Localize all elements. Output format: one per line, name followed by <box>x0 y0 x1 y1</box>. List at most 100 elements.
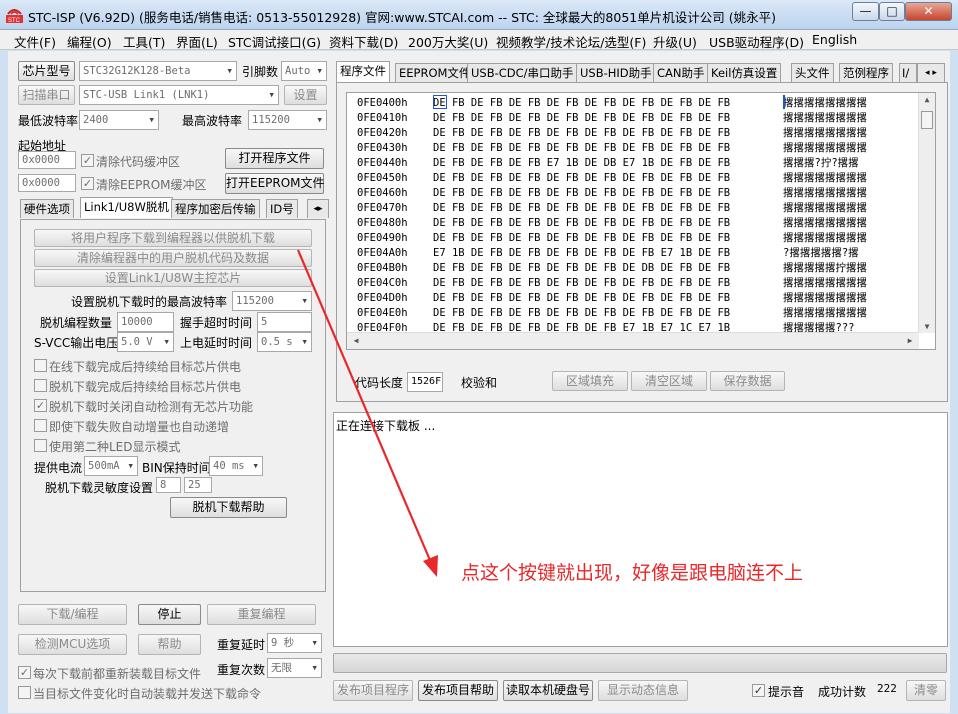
offline-help-button[interactable]: 脱机下载帮助 <box>170 497 287 518</box>
reset-count-button[interactable]: 清零 <box>906 680 946 701</box>
eeprom-start-address[interactable]: 0x0000 <box>18 174 76 192</box>
hex-bytes: DE FB DE FB DE FB DE FB DE FB DE FB DE F… <box>433 277 731 289</box>
menu-file[interactable]: 文件(F) <box>14 32 56 51</box>
led-mode-checkbox[interactable] <box>34 439 47 452</box>
code-start-address[interactable]: 0x0000 <box>18 151 76 169</box>
menu-award[interactable]: 200万大奖(U) <box>408 32 488 51</box>
save-data-button[interactable]: 保存数据 <box>710 371 785 391</box>
repeat-count-select[interactable]: 无限 <box>267 658 322 678</box>
fill-region-button[interactable]: 区域填充 <box>552 371 628 391</box>
publish-project-button[interactable]: 发布项目程序 <box>333 680 413 701</box>
hex-ascii: 撂撂撂撂撂撂撂撂 <box>783 172 867 184</box>
svcc-voltage-select[interactable]: 5.0 V <box>117 332 174 352</box>
open-program-file-button[interactable]: 打开程序文件 <box>225 148 324 169</box>
offline-count-input[interactable]: 10000 <box>117 312 174 332</box>
publish-help-button[interactable]: 发布项目帮助 <box>418 680 498 701</box>
repeat-delay-select[interactable]: 9 秒 <box>267 633 322 653</box>
min-baud-select[interactable]: 2400 <box>79 110 159 130</box>
clear-offline-code-button[interactable]: 清除编程器中的用户脱机代码及数据 <box>34 249 312 267</box>
repeat-program-button[interactable]: 重复编程 <box>207 604 316 625</box>
scroll-up-icon[interactable]: ▲ <box>919 95 935 104</box>
scroll-left-icon[interactable]: ◀ <box>348 336 364 345</box>
hex-bytes: DE FB DE FB DE FB DE FB DE FB DE FB DE F… <box>433 217 731 229</box>
download-program-button[interactable]: 下载/编程 <box>18 604 127 625</box>
hex-ascii: 撂撂撂撂撂撂撂撂 <box>783 232 867 244</box>
tab-can-helper[interactable]: CAN助手 <box>653 63 709 82</box>
detect-mcu-options-button[interactable]: 检测MCU选项 <box>18 634 127 655</box>
beep-checkbox[interactable]: ✓ <box>752 684 765 697</box>
menu-video-forum[interactable]: 视频教学/技术论坛/选型(F) <box>496 32 646 51</box>
auto-send-checkbox[interactable] <box>18 686 31 699</box>
menu-program[interactable]: 编程(O) <box>67 32 112 51</box>
tab-hardware-options[interactable]: 硬件选项 <box>20 199 74 218</box>
tab-header-file[interactable]: 头文件 <box>791 63 834 82</box>
menu-tools[interactable]: 工具(T) <box>123 32 165 51</box>
tab-keil-settings[interactable]: Keil仿真设置 <box>707 63 782 82</box>
tab-encrypted-transfer[interactable]: 程序加密后传输 <box>171 199 260 218</box>
minimize-button[interactable]: — <box>852 2 879 21</box>
success-count-value: 222 <box>877 682 897 695</box>
sensitivity-input-2[interactable]: 25 <box>184 477 212 493</box>
scroll-right-icon[interactable]: ▶ <box>902 336 918 345</box>
clear-code-buffer-checkbox[interactable]: ✓ <box>81 154 94 167</box>
pins-select[interactable]: Auto <box>281 61 327 81</box>
supply-current-select[interactable]: 500mA <box>84 456 138 476</box>
tab-scroll-arrows-icon[interactable]: ◂▸ <box>307 199 329 218</box>
menu-upgrade[interactable]: 升级(U) <box>653 32 697 51</box>
handshake-timeout-label: 握手超时时间 <box>180 316 253 330</box>
hex-bytes: DE FB DE FB DE FB DE FB DE FB DE FB DE F… <box>433 202 731 214</box>
download-to-programmer-button[interactable]: 将用户程序下载到编程器以供脱机下载 <box>34 229 312 247</box>
clear-eeprom-buffer-checkbox[interactable]: ✓ <box>81 177 94 190</box>
reload-before-download-checkbox[interactable]: ✓ <box>18 666 31 679</box>
sensitivity-input-1[interactable]: 8 <box>156 477 181 493</box>
tab-id-number[interactable]: ID号 <box>266 199 298 218</box>
menu-interface[interactable]: 界面(L) <box>176 32 218 51</box>
show-dynamic-info-button[interactable]: 显示动态信息 <box>598 680 688 701</box>
maximize-button[interactable]: □ <box>879 2 905 21</box>
online-power-checkbox[interactable] <box>34 359 47 372</box>
hex-bytes: DE FB DE FB DE FB DE FB DE FB DE FB DE F… <box>433 142 731 154</box>
menu-usb-driver[interactable]: USB驱动程序(D) <box>709 32 804 51</box>
max-baud-select[interactable]: 115200 <box>248 110 327 130</box>
read-disk-id-button[interactable]: 读取本机硬盘号 <box>503 680 593 701</box>
handshake-timeout-input[interactable]: 5 <box>257 312 312 332</box>
stop-button[interactable]: 停止 <box>138 604 201 625</box>
offline-power-checkbox[interactable] <box>34 379 47 392</box>
port-settings-button[interactable]: 设置 <box>284 85 327 105</box>
tab-link1-offline[interactable]: Link1/U8W脱机 <box>80 197 173 218</box>
hex-ascii: 撂撂撂撂撂撂撂撂 <box>783 277 867 289</box>
tab-usb-cdc-serial[interactable]: USB-CDC/串口助手 <box>467 63 578 82</box>
hex-viewer[interactable]: 0FE0400h DE FB DE FB DE FB DE FB DE FB DE… <box>346 92 936 350</box>
close-button[interactable]: ✕ <box>905 2 952 21</box>
offline-max-baud-select[interactable]: 115200 <box>232 291 312 311</box>
port-select[interactable]: STC-USB Link1 (LNK1) <box>79 85 279 105</box>
bin-hold-select[interactable]: 40 ms <box>209 456 263 476</box>
auto-increment-checkbox[interactable] <box>34 419 47 432</box>
menu-downloads[interactable]: 资料下载(D) <box>329 32 398 51</box>
scroll-down-icon[interactable]: ▼ <box>919 322 935 331</box>
tab-eeprom-file[interactable]: EEPROM文件 <box>395 63 475 82</box>
power-on-delay-select[interactable]: 0.5 s <box>257 332 312 352</box>
tab-program-file[interactable]: 程序文件 <box>336 61 390 82</box>
hex-vertical-scrollbar[interactable]: ▲ ▼ <box>918 93 935 333</box>
chip-model-select[interactable]: STC32G12K128-Beta <box>79 61 237 81</box>
tab-example-programs[interactable]: 范例程序 <box>839 63 893 82</box>
open-eeprom-file-button[interactable]: 打开EEPROM文件 <box>225 173 325 194</box>
hex-ascii: 撂撂撂撂撂撂撂撂 <box>783 307 867 319</box>
help-button[interactable]: 帮助 <box>138 634 201 655</box>
tab-scroll-arrows-icon[interactable]: ◂ ▸ <box>917 63 945 82</box>
scan-port-button[interactable]: 扫描串口 <box>18 85 75 105</box>
set-master-chip-button[interactable]: 设置Link1/U8W主控芯片 <box>34 269 312 287</box>
tab-usb-hid[interactable]: USB-HID助手 <box>576 63 656 82</box>
menu-debug-interface[interactable]: STC调试接口(G) <box>228 32 321 51</box>
hex-horizontal-scrollbar[interactable]: ◀ ▶ <box>347 332 919 349</box>
disable-autodetect-checkbox[interactable]: ✓ <box>34 399 47 412</box>
hex-ascii: 撂撂撂?拧?撂撂 <box>783 157 859 169</box>
scroll-thumb[interactable] <box>921 111 933 129</box>
tab-more[interactable]: I/ <box>899 63 917 82</box>
message-output[interactable]: 正在连接下载板 ... <box>333 412 948 647</box>
menu-english[interactable]: English <box>812 32 857 47</box>
hex-address: 0FE0430h <box>357 142 408 154</box>
clear-region-button[interactable]: 清空区域 <box>631 371 707 391</box>
chip-model-button[interactable]: 芯片型号 <box>18 61 75 81</box>
